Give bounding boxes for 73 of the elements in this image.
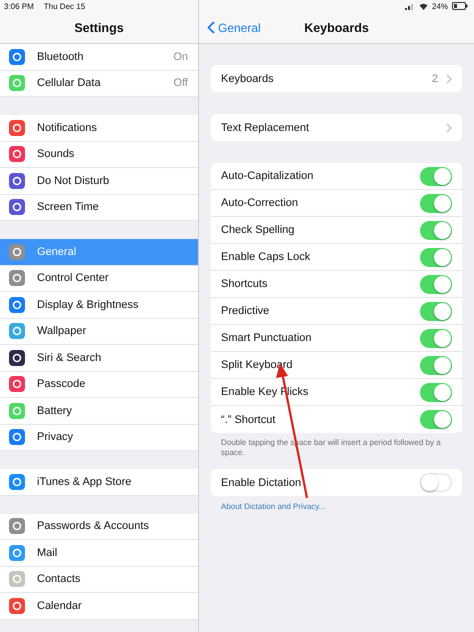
- status-date: Thu Dec 15: [44, 2, 86, 10]
- setting-label: Predictive: [221, 305, 270, 317]
- sidebar-item[interactable]: Privacy: [0, 424, 198, 451]
- back-chevron-icon: [207, 21, 215, 34]
- setting-label: Auto-Capitalization: [221, 170, 314, 182]
- sidebar-item[interactable]: Calendar: [0, 593, 198, 620]
- battery-icon: [452, 2, 468, 10]
- page-title: Keyboards: [304, 20, 369, 34]
- sidebar-item[interactable]: Passwords & Accounts: [0, 514, 198, 540]
- chevron-icon: [446, 74, 452, 84]
- sidebar-item[interactable]: Control Center: [0, 266, 198, 292]
- sidebar-title: Settings: [74, 20, 124, 34]
- app-icon: [9, 429, 25, 446]
- app-icon: [9, 376, 25, 392]
- sidebar-item[interactable]: Wallpaper: [0, 318, 198, 345]
- sidebar-item[interactable]: Notifications: [0, 115, 198, 142]
- sidebar-item[interactable]: Mail: [0, 540, 198, 566]
- app-icon: [9, 296, 25, 313]
- signal-icon: [404, 2, 415, 10]
- sidebar-item[interactable]: Battery: [0, 398, 198, 424]
- sidebar-item[interactable]: Siri & Search: [0, 345, 198, 372]
- app-icon: [9, 474, 25, 490]
- battery-percent: 24%: [432, 2, 448, 10]
- app-icon: [9, 48, 25, 65]
- privacy-link[interactable]: About Dictation and Privacy...: [211, 496, 462, 517]
- app-icon: [9, 75, 25, 92]
- setting-label: Enable Caps Lock: [221, 251, 312, 263]
- sidebar-item[interactable]: Bluetooth On: [0, 44, 198, 70]
- toggle-switch[interactable]: [420, 410, 452, 429]
- toggle-switch[interactable]: [420, 248, 452, 266]
- settings-row[interactable]: Keyboards 2: [211, 65, 462, 92]
- app-icon: [9, 323, 25, 340]
- setting-label: Shortcuts: [221, 278, 268, 290]
- app-icon: [9, 350, 25, 366]
- toggle-switch[interactable]: [420, 473, 452, 492]
- sidebar-item[interactable]: Cellular Data Off: [0, 70, 198, 97]
- toggle-switch[interactable]: [420, 302, 452, 320]
- app-icon: [9, 518, 25, 534]
- app-icon: [9, 402, 25, 419]
- app-icon: [9, 544, 25, 561]
- toggle-switch[interactable]: [420, 356, 452, 374]
- setting-label: Enable Dictation: [221, 476, 302, 488]
- chevron-icon: [446, 122, 452, 132]
- toggle-switch[interactable]: [420, 194, 452, 212]
- sidebar-item[interactable]: Contacts: [0, 566, 198, 593]
- wifi-icon: [418, 2, 428, 10]
- setting-label: Check Spelling: [221, 224, 296, 236]
- sidebar-item[interactable]: iTunes & App Store: [0, 469, 198, 496]
- app-icon: [9, 571, 25, 588]
- app-icon: [9, 598, 25, 614]
- app-icon: [9, 244, 25, 260]
- sidebar-item[interactable]: Display & Brightness: [0, 292, 198, 318]
- toggle-switch[interactable]: [420, 328, 452, 348]
- sidebar-item[interactable]: Do Not Disturb: [0, 168, 198, 194]
- setting-label: Smart Punctuation: [221, 332, 312, 344]
- toggle-switch[interactable]: [420, 274, 452, 294]
- app-icon: [9, 120, 25, 136]
- sidebar-item[interactable]: Passcode: [0, 372, 198, 398]
- sidebar-item[interactable]: Screen Time: [0, 194, 198, 221]
- setting-label: Auto-Correction: [221, 197, 300, 209]
- toggle-switch[interactable]: [420, 382, 452, 402]
- app-icon: [9, 199, 25, 216]
- app-icon: [9, 270, 25, 286]
- back-button[interactable]: General: [199, 20, 261, 34]
- toggle-switch[interactable]: [420, 220, 452, 240]
- app-icon: [9, 146, 25, 162]
- toggle-switch[interactable]: [420, 166, 452, 186]
- app-icon: [9, 172, 25, 189]
- status-time: 3:06 PM: [4, 2, 34, 10]
- setting-label: Split Keyboard: [221, 359, 294, 371]
- settings-row[interactable]: Text Replacement: [211, 114, 462, 141]
- setting-label: “.” Shortcut: [221, 414, 276, 426]
- sidebar-item[interactable]: Sounds: [0, 142, 198, 168]
